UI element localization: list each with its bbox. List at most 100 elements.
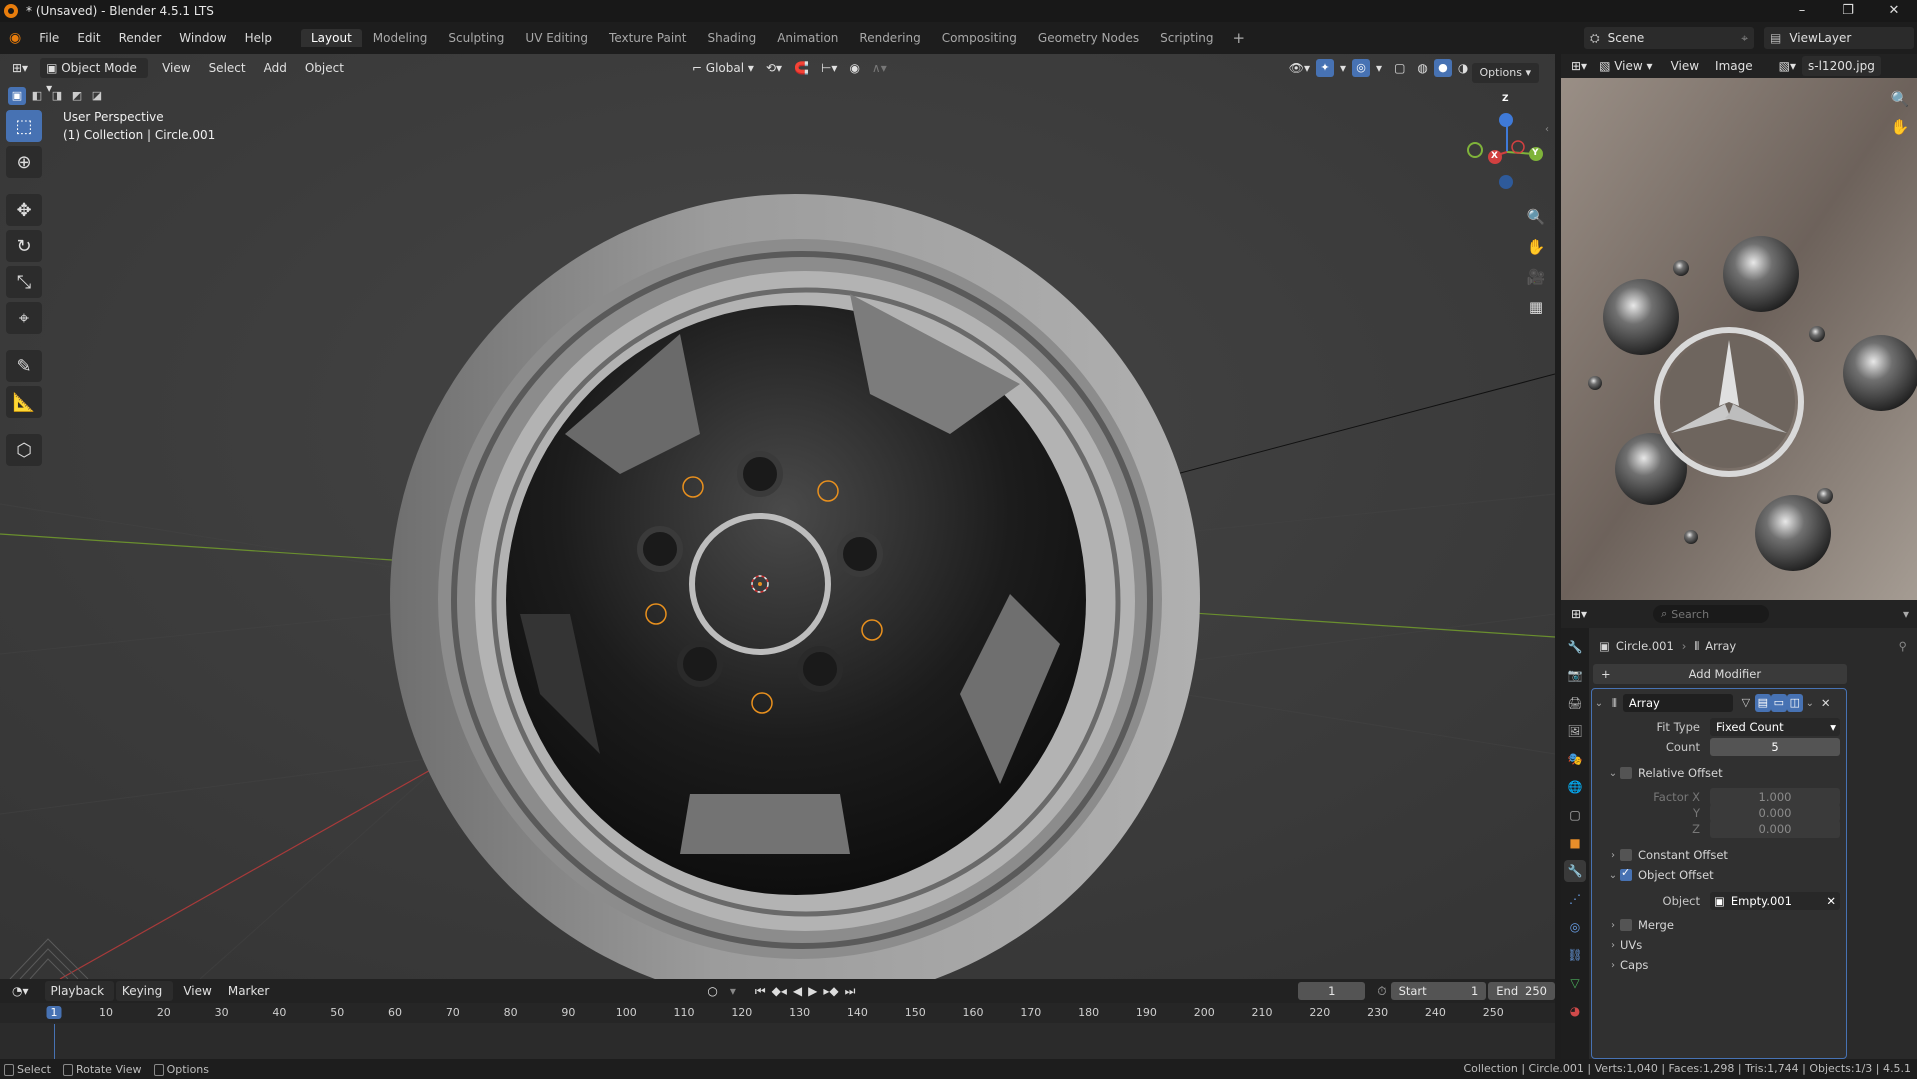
- overlay-toggle-icon[interactable]: ◎: [1352, 59, 1371, 77]
- edit-mode-toggle-icon[interactable]: ▽: [1737, 694, 1755, 712]
- prev-keyframe-icon[interactable]: ◆◂: [769, 984, 790, 998]
- modifier-menu-icon[interactable]: ⌄: [1803, 698, 1817, 709]
- current-frame-field[interactable]: 1: [1298, 982, 1366, 1000]
- render-props-icon[interactable]: 📷: [1564, 664, 1586, 686]
- tab-compositing[interactable]: Compositing: [932, 29, 1027, 47]
- zoom-icon[interactable]: 🔍: [1523, 204, 1549, 230]
- tab-sculpting[interactable]: Sculpting: [438, 29, 514, 47]
- material-props-icon[interactable]: ◕: [1564, 1000, 1586, 1022]
- select-subtract-icon[interactable]: ◨: [48, 87, 66, 105]
- preview-range-icon[interactable]: ⏱: [1377, 984, 1386, 999]
- wireframe-shading-icon[interactable]: ◍: [1411, 58, 1433, 78]
- scale-tool-icon[interactable]: ⤡: [6, 266, 42, 298]
- image-zoom-icon[interactable]: 🔍: [1887, 86, 1913, 112]
- options-dropdown[interactable]: Options ▾: [1471, 63, 1539, 83]
- menu-file[interactable]: File: [30, 22, 68, 54]
- viewport-toggle-icon[interactable]: ▭: [1770, 694, 1787, 712]
- merge-chevron-icon[interactable]: ›: [1606, 920, 1620, 931]
- start-frame-field[interactable]: Start 1: [1390, 982, 1487, 1000]
- falloff-icon[interactable]: ∧▾: [866, 58, 893, 78]
- properties-search[interactable]: ⌕: [1653, 605, 1770, 623]
- jump-start-icon[interactable]: ⏮: [752, 984, 769, 999]
- tab-animation[interactable]: Animation: [767, 29, 848, 47]
- pin-properties-icon[interactable]: ⚲: [1899, 639, 1907, 653]
- keying-menu[interactable]: Keying ▾: [115, 981, 174, 1018]
- remove-modifier-icon[interactable]: ✕: [1821, 696, 1831, 710]
- constant-offset-chevron-icon[interactable]: ›: [1606, 850, 1620, 861]
- measure-tool-icon[interactable]: 📐: [6, 386, 42, 418]
- keying-dropdown-icon[interactable]: ▾: [724, 981, 742, 1001]
- tab-modeling[interactable]: Modeling: [363, 29, 438, 47]
- 3d-viewport[interactable]: Z Y X ⊞▾ ▣ Object Mode ▾ View Select Add…: [0, 54, 1555, 979]
- pivot-icon[interactable]: ⟲▾: [760, 58, 788, 78]
- select-invert-icon[interactable]: ◩: [68, 87, 86, 105]
- annotate-tool-icon[interactable]: ✎: [6, 350, 42, 382]
- menu-help[interactable]: Help: [236, 22, 281, 54]
- minimize-button[interactable]: –: [1779, 0, 1825, 22]
- render-toggle-icon[interactable]: ◫: [1786, 694, 1803, 712]
- add-workspace-button[interactable]: +: [1225, 29, 1254, 47]
- editor-type-button[interactable]: ⊞▾: [6, 58, 34, 78]
- relative-offset-chevron-icon[interactable]: ⌄: [1606, 768, 1620, 779]
- data-props-icon[interactable]: ▽: [1564, 972, 1586, 994]
- jump-end-icon[interactable]: ⏭: [842, 984, 859, 999]
- image-view-mode-dropdown[interactable]: ▧ View ▾: [1593, 56, 1658, 76]
- play-reverse-icon[interactable]: ◀: [790, 984, 805, 998]
- image-editor[interactable]: ⊞▾ ▧ View ▾ View Image ▧▾ s-l1200.jpg 🔍 …: [1561, 54, 1917, 600]
- gizmo-dropdown-icon[interactable]: ▾: [1334, 58, 1352, 78]
- image-menu-image[interactable]: Image: [1709, 56, 1759, 76]
- constant-offset-checkbox[interactable]: [1620, 849, 1632, 861]
- relative-offset-checkbox[interactable]: [1620, 767, 1632, 779]
- tab-rendering[interactable]: Rendering: [849, 29, 930, 47]
- tab-scripting[interactable]: Scripting: [1150, 29, 1223, 47]
- transform-orientation-dropdown[interactable]: ⌐ Global ▾: [686, 58, 760, 78]
- rotate-tool-icon[interactable]: ↻: [6, 230, 42, 262]
- tab-uv-editing[interactable]: UV Editing: [515, 29, 598, 47]
- constraints-props-icon[interactable]: ⛓: [1564, 944, 1586, 966]
- menu-select[interactable]: Select: [203, 58, 252, 78]
- menu-edit[interactable]: Edit: [68, 22, 109, 54]
- xray-icon[interactable]: ▢: [1388, 58, 1411, 78]
- perspective-toggle-icon[interactable]: ▦: [1523, 294, 1549, 320]
- maximize-button[interactable]: ❐: [1825, 0, 1871, 22]
- select-box-tool-icon[interactable]: ⬚: [6, 110, 42, 142]
- image-pan-icon[interactable]: ✋: [1887, 114, 1913, 140]
- tab-geometry-nodes[interactable]: Geometry Nodes: [1028, 29, 1149, 47]
- image-name-field[interactable]: s-l1200.jpg: [1802, 56, 1881, 76]
- scene-props-icon[interactable]: 🎭: [1564, 748, 1586, 770]
- cage-toggle-icon[interactable]: ▤: [1754, 694, 1771, 712]
- count-field[interactable]: 5: [1710, 738, 1840, 756]
- caps-chevron-icon[interactable]: ›: [1606, 960, 1620, 971]
- particles-props-icon[interactable]: ⋰: [1564, 888, 1586, 910]
- menu-add[interactable]: Add: [258, 58, 293, 78]
- menu-object[interactable]: Object: [299, 58, 350, 78]
- move-tool-icon[interactable]: ✥: [6, 194, 42, 226]
- end-frame-field[interactable]: End 250: [1488, 982, 1555, 1000]
- factor-z-field[interactable]: 0.000: [1710, 820, 1840, 838]
- select-intersect-icon[interactable]: ◪: [88, 87, 106, 105]
- gizmo-toggle-icon[interactable]: ✦: [1316, 59, 1334, 77]
- close-window-button[interactable]: ✕: [1871, 0, 1917, 22]
- add-modifier-button[interactable]: + Add Modifier: [1593, 664, 1847, 684]
- solid-shading-icon[interactable]: ●: [1433, 59, 1452, 77]
- collection-props-icon[interactable]: ▢: [1564, 804, 1586, 826]
- modifier-props-icon[interactable]: 🔧: [1564, 860, 1586, 882]
- view-layer-props-icon[interactable]: 🖼: [1564, 720, 1586, 742]
- properties-options-icon[interactable]: ▾: [1903, 607, 1909, 621]
- next-keyframe-icon[interactable]: ▸◆: [820, 984, 841, 998]
- transform-tool-icon[interactable]: ⌖: [6, 302, 42, 334]
- image-editor-type-icon[interactable]: ⊞▾: [1565, 56, 1593, 76]
- tool-props-icon[interactable]: 🔧: [1564, 636, 1586, 658]
- clear-object-icon[interactable]: ✕: [1826, 892, 1836, 910]
- collapse-chevron-icon[interactable]: ⌄: [1592, 698, 1606, 709]
- camera-view-icon[interactable]: 🎥: [1523, 264, 1549, 290]
- properties-type-icon[interactable]: ⊞▾: [1565, 604, 1593, 624]
- menu-window[interactable]: Window: [170, 22, 235, 54]
- view-layer-selector[interactable]: ▤ ViewLayer: [1764, 27, 1914, 49]
- pan-hand-icon[interactable]: ✋: [1523, 234, 1549, 260]
- fit-type-dropdown[interactable]: Fixed Count ▾: [1710, 718, 1840, 736]
- tab-texture-paint[interactable]: Texture Paint: [599, 29, 696, 47]
- keyframe-track[interactable]: [0, 1023, 1555, 1059]
- sidebar-toggle-icon[interactable]: ‹: [1545, 124, 1549, 135]
- play-icon[interactable]: ▶: [805, 984, 820, 998]
